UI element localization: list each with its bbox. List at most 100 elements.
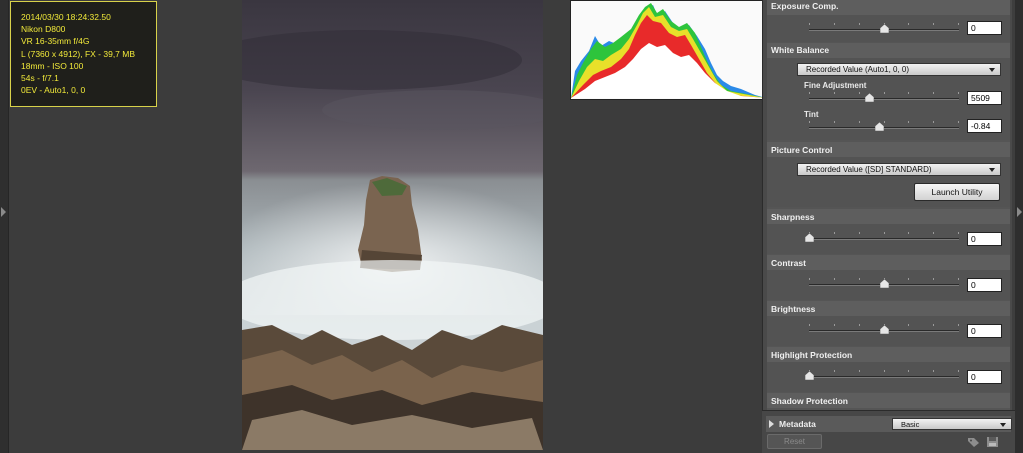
chevron-down-icon	[1000, 423, 1006, 427]
tick-mark	[809, 278, 810, 280]
white-balance-select[interactable]: Recorded Value (Auto1, 0, 0)	[797, 63, 1001, 76]
sharpness-title: Sharpness	[771, 212, 815, 222]
picture-control-title: Picture Control	[771, 145, 833, 155]
sharpness-section: 0	[767, 224, 1010, 254]
brightness-slider-thumb[interactable]	[879, 325, 889, 334]
tick-mark	[834, 324, 835, 326]
tick-mark	[809, 121, 810, 123]
sharpness-slider[interactable]	[809, 238, 959, 240]
white-balance-section: Recorded Value (Auto1, 0, 0) Fine Adjust…	[767, 58, 1010, 140]
tick-mark	[859, 232, 860, 234]
highlight-value-field[interactable]: 0	[967, 370, 1002, 384]
shadow-protection-title: Shadow Protection	[771, 396, 848, 406]
tick-mark	[958, 324, 959, 326]
tick-mark	[859, 23, 860, 25]
contrast-slider-thumb[interactable]	[879, 279, 889, 288]
metadata-row[interactable]: Metadata Basic	[766, 416, 1012, 432]
sharpness-ticks	[809, 232, 959, 235]
tick-mark	[859, 121, 860, 123]
fine-slider-thumb[interactable]	[864, 93, 874, 102]
panel-footer: Metadata Basic Reset	[762, 410, 1015, 453]
tick-mark	[908, 121, 909, 123]
tick-mark	[884, 121, 885, 123]
tick-mark	[834, 23, 835, 25]
tint-ticks	[809, 121, 959, 124]
expand-metadata-icon[interactable]	[769, 420, 774, 428]
tag-icon[interactable]	[967, 435, 980, 447]
tick-mark	[834, 92, 835, 94]
tick-mark	[834, 121, 835, 123]
info-camera: Nikon D800	[21, 24, 66, 35]
right-panel-toggle[interactable]	[1015, 0, 1023, 453]
tick-mark	[958, 23, 959, 25]
left-panel-toggle[interactable]	[0, 0, 9, 453]
fine-adjustment-slider[interactable]	[809, 98, 959, 100]
brightness-section: 0	[767, 316, 1010, 346]
launch-utility-button[interactable]: Launch Utility	[914, 183, 1000, 201]
tick-mark	[958, 92, 959, 94]
info-image-size: L (7360 x 4912), FX - 39,7 MB	[21, 48, 136, 59]
tick-mark	[908, 23, 909, 25]
photo-preview[interactable]	[242, 0, 543, 450]
tick-mark	[958, 232, 959, 234]
sharpness-value-field[interactable]: 0	[967, 232, 1002, 246]
tick-mark	[958, 121, 959, 123]
tint-slider[interactable]	[809, 127, 959, 129]
tick-mark	[859, 92, 860, 94]
fine-adjustment-ticks	[809, 92, 959, 95]
exposure-value-field[interactable]: 0	[967, 21, 1002, 35]
picture-control-select[interactable]: Recorded Value ([SD] STANDARD)	[797, 163, 1001, 176]
fine-adjustment-label: Fine Adjustment	[804, 81, 867, 90]
tint-slider-thumb[interactable]	[875, 122, 884, 131]
brightness-value-field[interactable]: 0	[967, 324, 1002, 338]
tick-mark	[908, 324, 909, 326]
expand-right-icon[interactable]	[1017, 207, 1022, 217]
tick-mark	[933, 92, 934, 94]
tick-mark	[908, 92, 909, 94]
tick-mark	[834, 278, 835, 280]
expand-left-icon[interactable]	[1, 207, 6, 217]
tint-field[interactable]: -0.84	[967, 119, 1002, 133]
tick-mark	[933, 121, 934, 123]
picture-control-selected: Recorded Value ([SD] STANDARD)	[806, 165, 932, 174]
tick-mark	[933, 370, 934, 372]
fine-adjustment-field[interactable]: 5509	[967, 91, 1002, 105]
tick-mark	[884, 370, 885, 372]
tick-mark	[958, 278, 959, 280]
metadata-mode-select[interactable]: Basic	[892, 418, 1012, 430]
tick-mark	[809, 324, 810, 326]
tick-mark	[859, 324, 860, 326]
tick-mark	[859, 278, 860, 280]
histogram	[570, 0, 767, 100]
exposure-title: Exposure Comp.	[771, 1, 839, 11]
tick-mark	[884, 232, 885, 234]
tick-mark	[933, 324, 934, 326]
highlight-ticks	[809, 370, 959, 373]
chevron-down-icon	[989, 68, 995, 72]
contrast-section: 0	[767, 270, 1010, 300]
tick-mark	[958, 370, 959, 372]
white-balance-title: White Balance	[771, 45, 830, 55]
highlight-protection-title: Highlight Protection	[771, 350, 853, 360]
exposure-slider-thumb[interactable]	[879, 24, 889, 33]
highlight-protection-slider[interactable]	[809, 376, 959, 378]
contrast-value-field[interactable]: 0	[967, 278, 1002, 292]
tick-mark	[933, 278, 934, 280]
save-icon[interactable]	[986, 435, 999, 447]
sharpness-slider-thumb[interactable]	[804, 233, 814, 242]
info-shutter-aperture: 54s - f/7.1	[21, 73, 59, 84]
tick-mark	[884, 92, 885, 94]
app-window: 2014/03/30 18:24:32.50 Nikon D800 VR 16-…	[0, 0, 1023, 453]
histogram-chart	[571, 3, 766, 98]
info-ev-wb: 0EV - Auto1, 0, 0	[21, 85, 86, 96]
tick-mark	[809, 92, 810, 94]
chevron-down-icon	[989, 168, 995, 172]
highlight-slider-thumb[interactable]	[804, 371, 814, 380]
info-lens: VR 16-35mm f/4G	[21, 36, 90, 47]
exposure-section: 0	[767, 15, 1010, 42]
highlight-protection-section: 0	[767, 362, 1010, 392]
reset-button[interactable]: Reset	[767, 434, 822, 449]
white-balance-selected: Recorded Value (Auto1, 0, 0)	[806, 65, 910, 74]
adjustment-panel: Exposure Comp. 0 White Balance Recorded …	[762, 0, 1016, 453]
metadata-label: Metadata	[779, 419, 816, 429]
